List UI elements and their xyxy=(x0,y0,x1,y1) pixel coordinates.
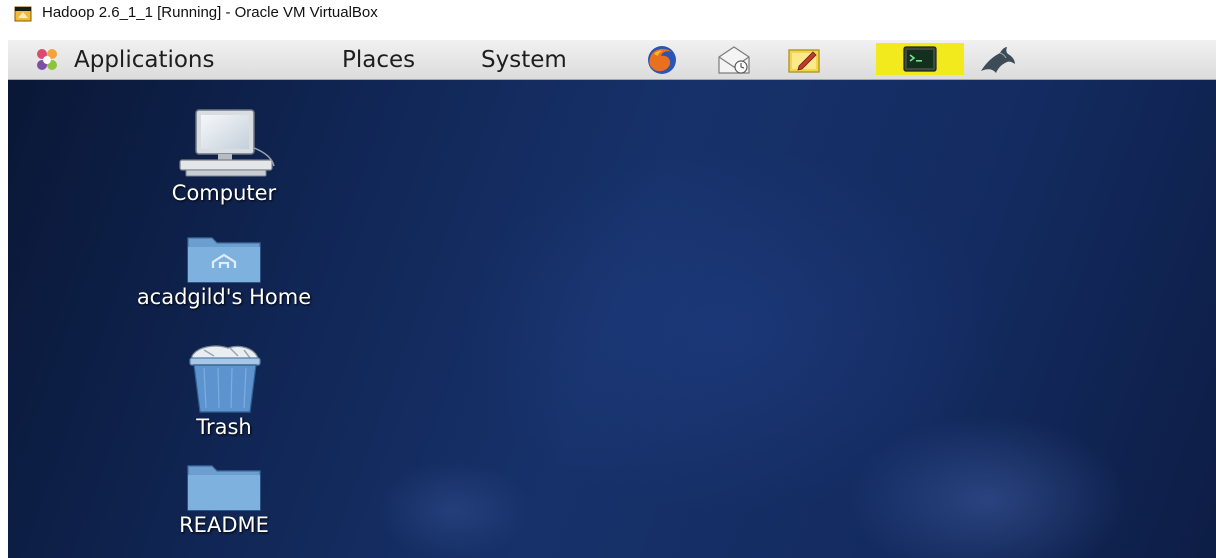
notes-icon xyxy=(788,49,820,73)
applications-menu-icon xyxy=(37,49,57,70)
desktop-icon-label: Trash xyxy=(196,415,252,439)
system-menu[interactable]: System xyxy=(481,43,567,77)
desktop-icon-home[interactable]: acadgild's Home xyxy=(94,232,354,310)
desktop-icon-computer[interactable]: Computer xyxy=(94,108,354,206)
top-panel: Applications Places System xyxy=(8,40,1216,80)
virtualbox-window-icon xyxy=(14,6,32,22)
applications-menu[interactable]: Applications xyxy=(32,43,215,77)
firefox-icon xyxy=(648,46,676,74)
computer-icon xyxy=(179,109,275,177)
applications-menu-label: Applications xyxy=(74,47,215,73)
desktop[interactable]: Computer acadgild's Home Trash README xyxy=(8,80,1216,558)
mysql-dolphin-icon xyxy=(981,47,1015,73)
desktop-icon-label: acadgild's Home xyxy=(136,285,312,309)
mail-icon xyxy=(718,46,750,74)
home-folder-icon xyxy=(187,237,261,283)
screen: Hadoop 2.6_1_1 [Running] - Oracle VM Vir… xyxy=(0,0,1216,558)
desktop-icon-trash[interactable]: Trash xyxy=(94,342,354,440)
folder-icon xyxy=(187,465,261,511)
desktop-icon-label: Computer xyxy=(171,181,277,205)
firefox-launcher[interactable] xyxy=(644,45,680,75)
desktop-icon-readme[interactable]: README xyxy=(94,462,354,538)
mysql-launcher[interactable] xyxy=(976,45,1020,75)
places-menu[interactable]: Places xyxy=(342,43,415,77)
window-title: Hadoop 2.6_1_1 [Running] - Oracle VM Vir… xyxy=(42,4,378,21)
notes-launcher[interactable] xyxy=(786,45,822,75)
terminal-icon xyxy=(903,46,937,72)
trash-icon xyxy=(189,345,261,413)
mail-launcher[interactable] xyxy=(716,45,752,75)
terminal-launcher[interactable] xyxy=(876,43,964,75)
virtualbox-titlebar[interactable]: Hadoop 2.6_1_1 [Running] - Oracle VM Vir… xyxy=(0,0,1216,40)
desktop-icon-label: README xyxy=(179,513,269,537)
